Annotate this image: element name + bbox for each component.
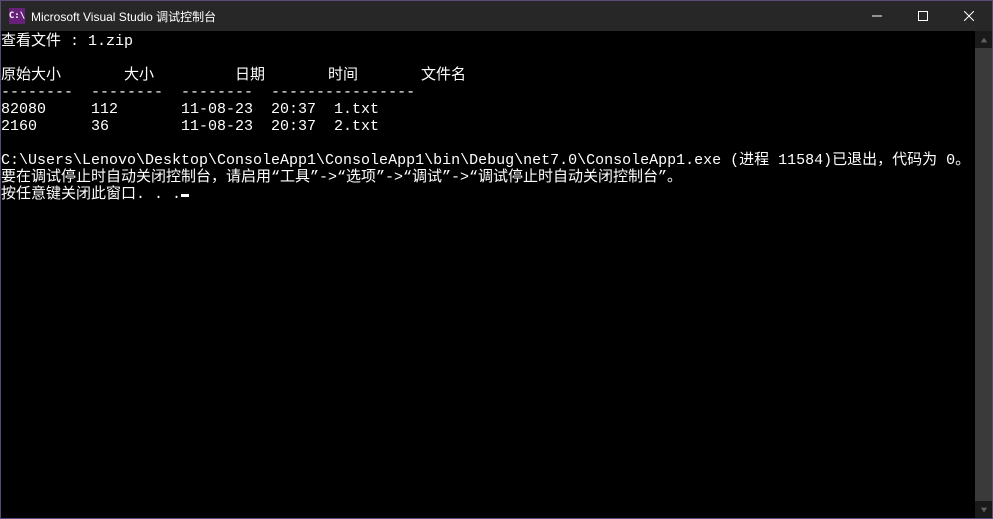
window-titlebar: C:\ Microsoft Visual Studio 调试控制台 bbox=[1, 1, 992, 31]
maximize-button[interactable] bbox=[900, 1, 946, 31]
close-button[interactable] bbox=[946, 1, 992, 31]
minimize-button[interactable] bbox=[854, 1, 900, 31]
console-line bbox=[1, 135, 975, 152]
console-line: 按任意键关闭此窗口. . . bbox=[1, 186, 975, 203]
console-line: 原始大小 大小 日期 时间 文件名 bbox=[1, 67, 975, 84]
vertical-scrollbar[interactable] bbox=[975, 31, 992, 518]
console-line: 查看文件 : 1.zip bbox=[1, 33, 975, 50]
console-line: 要在调试停止时自动关闭控制台，请启用“工具”->“选项”->“调试”->“调试停… bbox=[1, 169, 975, 186]
scroll-down-arrow-icon[interactable] bbox=[975, 501, 992, 518]
window-title: Microsoft Visual Studio 调试控制台 bbox=[31, 8, 216, 25]
console-line: C:\Users\Lenovo\Desktop\ConsoleApp1\Cons… bbox=[1, 152, 975, 169]
console-line bbox=[1, 50, 975, 67]
console-output[interactable]: 查看文件 : 1.zip 原始大小 大小 日期 时间 文件名-------- -… bbox=[1, 31, 975, 518]
console-line: -------- -------- -------- -------------… bbox=[1, 84, 975, 101]
app-icon: C:\ bbox=[9, 8, 25, 24]
text-cursor bbox=[181, 194, 189, 197]
console-line: 82080 112 11-08-23 20:37 1.txt bbox=[1, 101, 975, 118]
scrollbar-thumb[interactable] bbox=[975, 48, 992, 501]
scroll-up-arrow-icon[interactable] bbox=[975, 31, 992, 48]
console-line: 2160 36 11-08-23 20:37 2.txt bbox=[1, 118, 975, 135]
console-area: 查看文件 : 1.zip 原始大小 大小 日期 时间 文件名-------- -… bbox=[1, 31, 992, 518]
scrollbar-track[interactable] bbox=[975, 48, 992, 501]
